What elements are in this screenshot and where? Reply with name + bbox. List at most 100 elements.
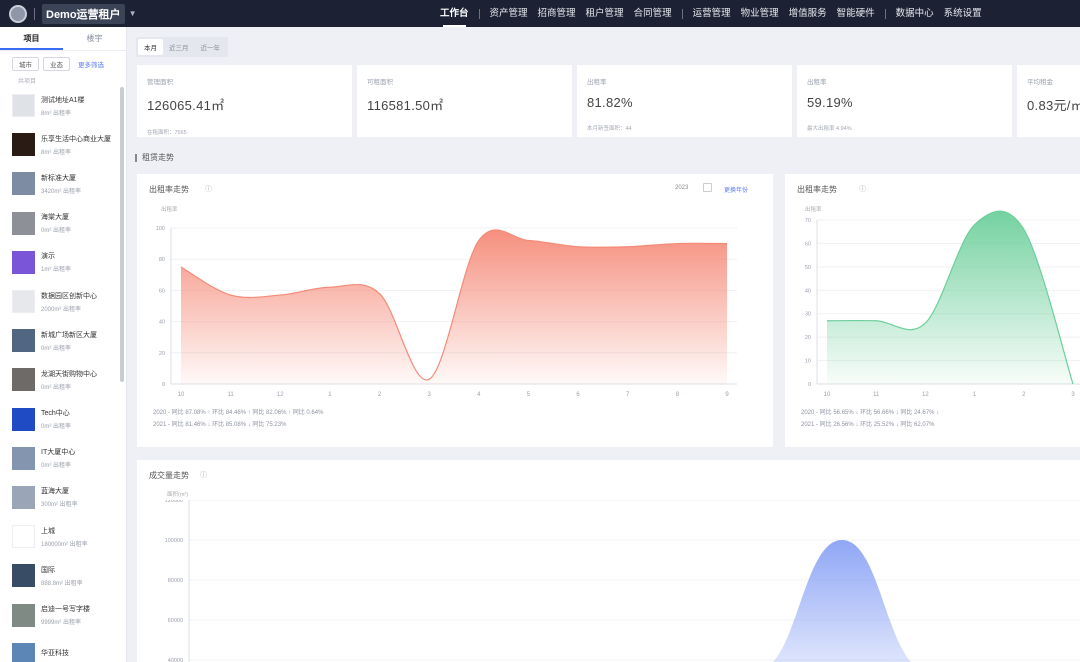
project-text: 乐享生活中心商业大厦 8m² 出租率 [41,134,111,156]
project-item[interactable]: 新标准大厦 3420m² 出租率 [0,164,126,203]
kpi-label: 出租率 [587,79,607,86]
project-text: 海棠大厦 0m² 出租率 [41,212,71,234]
divider [34,7,35,20]
kpi-label: 可租面积 [367,79,393,86]
nav-item-10[interactable]: 系统设置 [944,0,982,27]
project-meta: 888.8m² 出租率 [41,580,83,587]
y-tick-label: 40000 [168,658,183,662]
kpi-footnote: 本月新签面积：44 [587,126,632,132]
period-tab-1[interactable]: 近三月 [163,39,195,55]
project-thumbnail [12,642,35,662]
sidebar-tabs: 项目 楼宇 [0,27,126,51]
project-item[interactable]: 海棠大厦 0m² 出租率 [0,204,126,243]
project-text: Tech中心 0m² 出租率 [41,408,71,430]
nav-item-6[interactable]: 物业管理 [741,0,779,27]
project-item[interactable]: IT大厦中心 0m² 出租率 [0,439,126,478]
x-tick-label: 1 [973,392,977,398]
kpi-card: 管理面积 126065.41㎡ 在租面积：7565 [137,65,352,137]
legend-line: 2021 - 同比 26.56% ↓ 环比 25.52% ↓ 同比 62.07% [801,422,935,428]
info-icon: ⓘ [200,472,207,479]
project-item[interactable]: 数据园区创新中心 2000m² 出租率 [0,282,126,321]
year-select[interactable]: 2023 [675,185,688,191]
project-name: 新标准大厦 [41,174,76,182]
change-year-link[interactable]: 更换年份 [724,185,748,194]
sidebar-filters: 城市 业态 更多筛选 [0,51,126,71]
nav-item-9[interactable]: 数据中心 [896,0,934,27]
project-item[interactable]: 龙湖天街购物中心 0m² 出租率 [0,360,126,399]
kpi-label: 管理面积 [147,79,173,86]
project-item[interactable]: 演示 1m² 出租率 [0,243,126,282]
nav-item-8[interactable]: 智能硬件 [837,0,875,27]
x-tick-label: 12 [277,392,284,398]
y-tick-label: 40 [159,320,165,326]
project-text: 蓝海大厦 300m² 出租率 [41,486,78,508]
project-name: 蓝海大厦 [41,488,69,496]
tenant-switcher[interactable]: Demo运营租户 [42,3,125,24]
type-filter-button[interactable]: 业态 [43,57,70,71]
chevron-down-icon[interactable]: ▼ [129,9,137,18]
occupancy-chart-card-2: 出租率走势 ⓘ 出租率 0 10 20 30 40 50 60 70 10 11 12 1 2 3 202… [785,174,1080,447]
project-item[interactable]: 乐享生活中心商业大厦 8m² 出租率 [0,125,126,164]
kpi-value: 116581.50㎡ [367,98,444,113]
city-filter-button[interactable]: 城市 [12,57,39,71]
nav-item-0[interactable]: 工作台 [440,0,469,27]
y-tick-label: 10 [805,359,811,365]
sidebar-scrollbar[interactable] [120,87,124,382]
kpi-footnote: 最大出租率 4.94% [807,126,852,132]
y-tick-label: 40 [805,288,811,294]
x-tick-label: 1 [328,392,332,398]
kpi-card: 平均租金 0.83元/㎡ [1017,65,1080,137]
occupancy-area-chart-2: 01020304050607010 11 12 1 2 3 [805,210,1080,398]
top-nav-bar: Demo运营租户 ▼ 工作台 资产管理 招商管理 租户管理 合同管理 运营管理 物业管理 增值… [0,0,1080,27]
project-item[interactable]: 蓝海大厦 300m² 出租率 [0,478,126,517]
legend-line: 2020 - 同比 87.08% ↑ 环比 84.46% ↑ 同比 82.06%… [153,410,324,416]
project-name: 测试地址A1楼 [41,96,85,104]
project-meta: 8m² 出租率 [41,149,72,156]
kpi-value: 59.19% [807,95,853,110]
project-item[interactable]: 启迪一号写字楼 9999m² 出租率 [0,595,126,634]
tab-project[interactable]: 项目 [0,27,63,50]
project-text: 新标准大厦 3420m² 出租率 [41,173,81,195]
project-item[interactable]: 新城广场新区大厦 0m² 出租率 [0,321,126,360]
project-item[interactable]: 上城 180000m² 出租率 [0,517,126,556]
project-thumbnail [12,368,35,392]
calendar-icon[interactable] [703,183,712,192]
y-tick-label: 0 [162,382,165,388]
project-meta: 2000m² 出租率 [41,306,82,313]
nav-item-5[interactable]: 运营管理 [693,0,731,27]
nav-item-3[interactable]: 租户管理 [586,0,624,27]
project-count: 共项目 [18,79,37,85]
x-tick-label: 9 [725,392,729,398]
info-icon: ⓘ [859,186,866,193]
chart-title: 出租率走势 [797,185,837,194]
x-tick-label: 10 [178,392,185,398]
period-tabs: 本月 近三月 近一年 [136,37,228,57]
project-name: IT大厦中心 [41,449,76,457]
nav-item-1[interactable]: 资产管理 [490,0,528,27]
nav-item-2[interactable]: 招商管理 [538,0,576,27]
project-text: 新城广场新区大厦 0m² 出租率 [41,330,97,352]
info-icon: ⓘ [205,186,212,193]
nav-item-7[interactable]: 增值服务 [789,0,827,27]
x-tick-label: 12 [922,392,929,398]
kpi-value: 81.82% [587,95,633,110]
project-item[interactable]: 国际 888.8m² 出租率 [0,556,126,595]
chart-legend: 2020 - 同比 87.08% ↑ 环比 84.46% ↑ 同比 82.06%… [153,407,323,431]
project-name: 演示 [41,253,55,261]
more-filters-link[interactable]: 更多筛选 [78,59,104,69]
y-tick-label: 70 [805,218,811,224]
project-item[interactable]: 华亚科技 [0,635,126,662]
project-meta: 0m² 出租率 [41,424,72,431]
project-item[interactable]: Tech中心 0m² 出租率 [0,400,126,439]
x-tick-label: 11 [873,392,880,398]
project-name: 乐享生活中心商业大厦 [41,135,111,143]
period-tab-2[interactable]: 近一年 [195,39,227,55]
project-meta: 1m² 出租率 [41,267,72,274]
project-thumbnail [12,250,35,274]
project-item[interactable]: 测试地址A1楼 8m² 出租率 [0,86,126,125]
period-tab-0[interactable]: 本月 [138,39,163,55]
kpi-footnote: 在租面积：7565 [147,130,187,136]
nav-item-4[interactable]: 合同管理 [634,0,672,27]
kpi-card: 可租面积 116581.50㎡ [357,65,572,137]
tab-building[interactable]: 楼宇 [63,27,126,50]
